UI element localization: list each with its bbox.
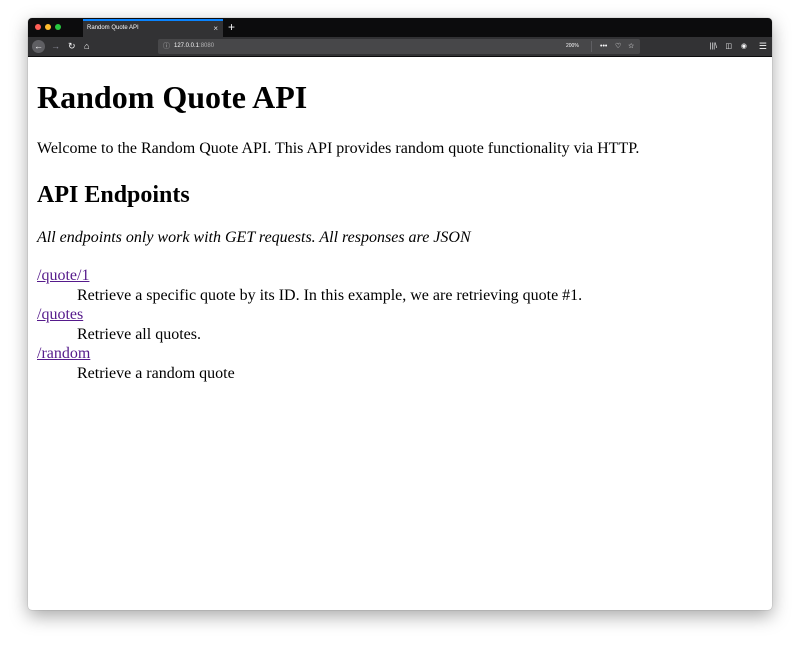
tab-bar: Random Quote API × + xyxy=(28,18,772,37)
nav-toolbar: ← → ↻ ⌂ ⓘ 127.0.0.1:8080 200% ••• ♡ ☆ ||… xyxy=(28,37,772,57)
endpoints-heading: API Endpoints xyxy=(37,182,190,208)
url-bar[interactable]: ⓘ 127.0.0.1:8080 200% ••• ♡ ☆ xyxy=(158,39,640,54)
home-button[interactable]: ⌂ xyxy=(84,37,89,56)
welcome-text: Welcome to the Random Quote API. This AP… xyxy=(37,140,640,157)
endpoint-list: /quote/1 Retrieve a specific quote by it… xyxy=(37,266,772,383)
minimize-window-button[interactable] xyxy=(45,24,51,30)
page-title: Random Quote API xyxy=(37,79,308,115)
url-text[interactable]: 127.0.0.1:8080 xyxy=(174,39,214,54)
close-tab-icon[interactable]: × xyxy=(213,21,218,36)
tab-random-quote-api[interactable]: Random Quote API × xyxy=(83,19,223,37)
endpoints-note: All endpoints only work with GET request… xyxy=(37,229,471,246)
endpoint-link-quotes[interactable]: /quotes xyxy=(37,306,83,323)
endpoint-item: /quote/1 xyxy=(37,266,772,286)
new-tab-button[interactable]: + xyxy=(228,18,235,36)
endpoint-link-quote-1[interactable]: /quote/1 xyxy=(37,267,89,284)
bookmark-star-icon[interactable]: ☆ xyxy=(628,39,634,54)
endpoint-description: Retrieve all quotes. xyxy=(77,325,201,343)
close-window-button[interactable] xyxy=(35,24,41,30)
endpoint-item: /quotes xyxy=(37,305,772,325)
url-host: 127.0.0.1 xyxy=(174,43,200,49)
account-icon[interactable]: ◉ xyxy=(741,37,747,56)
url-divider xyxy=(591,41,592,52)
window-controls xyxy=(35,24,61,30)
page-actions-icon[interactable]: ••• xyxy=(600,39,607,54)
url-port: :8080 xyxy=(199,43,215,49)
tab-title: Random Quote API xyxy=(87,25,139,31)
library-icon[interactable]: |||\ xyxy=(710,37,717,56)
menu-icon[interactable]: ☰ xyxy=(759,37,767,56)
reload-button[interactable]: ↻ xyxy=(68,37,76,56)
sidebar-icon[interactable]: ◫ xyxy=(725,37,732,56)
pocket-icon[interactable]: ♡ xyxy=(615,39,621,54)
endpoint-description: Retrieve a random quote xyxy=(77,364,235,382)
endpoint-link-random[interactable]: /random xyxy=(37,345,90,362)
endpoint-item: /random xyxy=(37,344,772,364)
browser-window: Random Quote API × + ← → ↻ ⌂ ⓘ 127.0.0.1… xyxy=(28,18,772,610)
site-info-icon[interactable]: ⓘ xyxy=(163,39,170,54)
endpoint-description: Retrieve a specific quote by its ID. In … xyxy=(77,286,583,304)
back-button[interactable]: ← xyxy=(32,40,45,53)
page-content: Random Quote API Welcome to the Random Q… xyxy=(28,57,772,610)
zoom-window-button[interactable] xyxy=(55,24,61,30)
zoom-level[interactable]: 200% xyxy=(566,42,579,51)
forward-button[interactable]: → xyxy=(51,37,60,56)
